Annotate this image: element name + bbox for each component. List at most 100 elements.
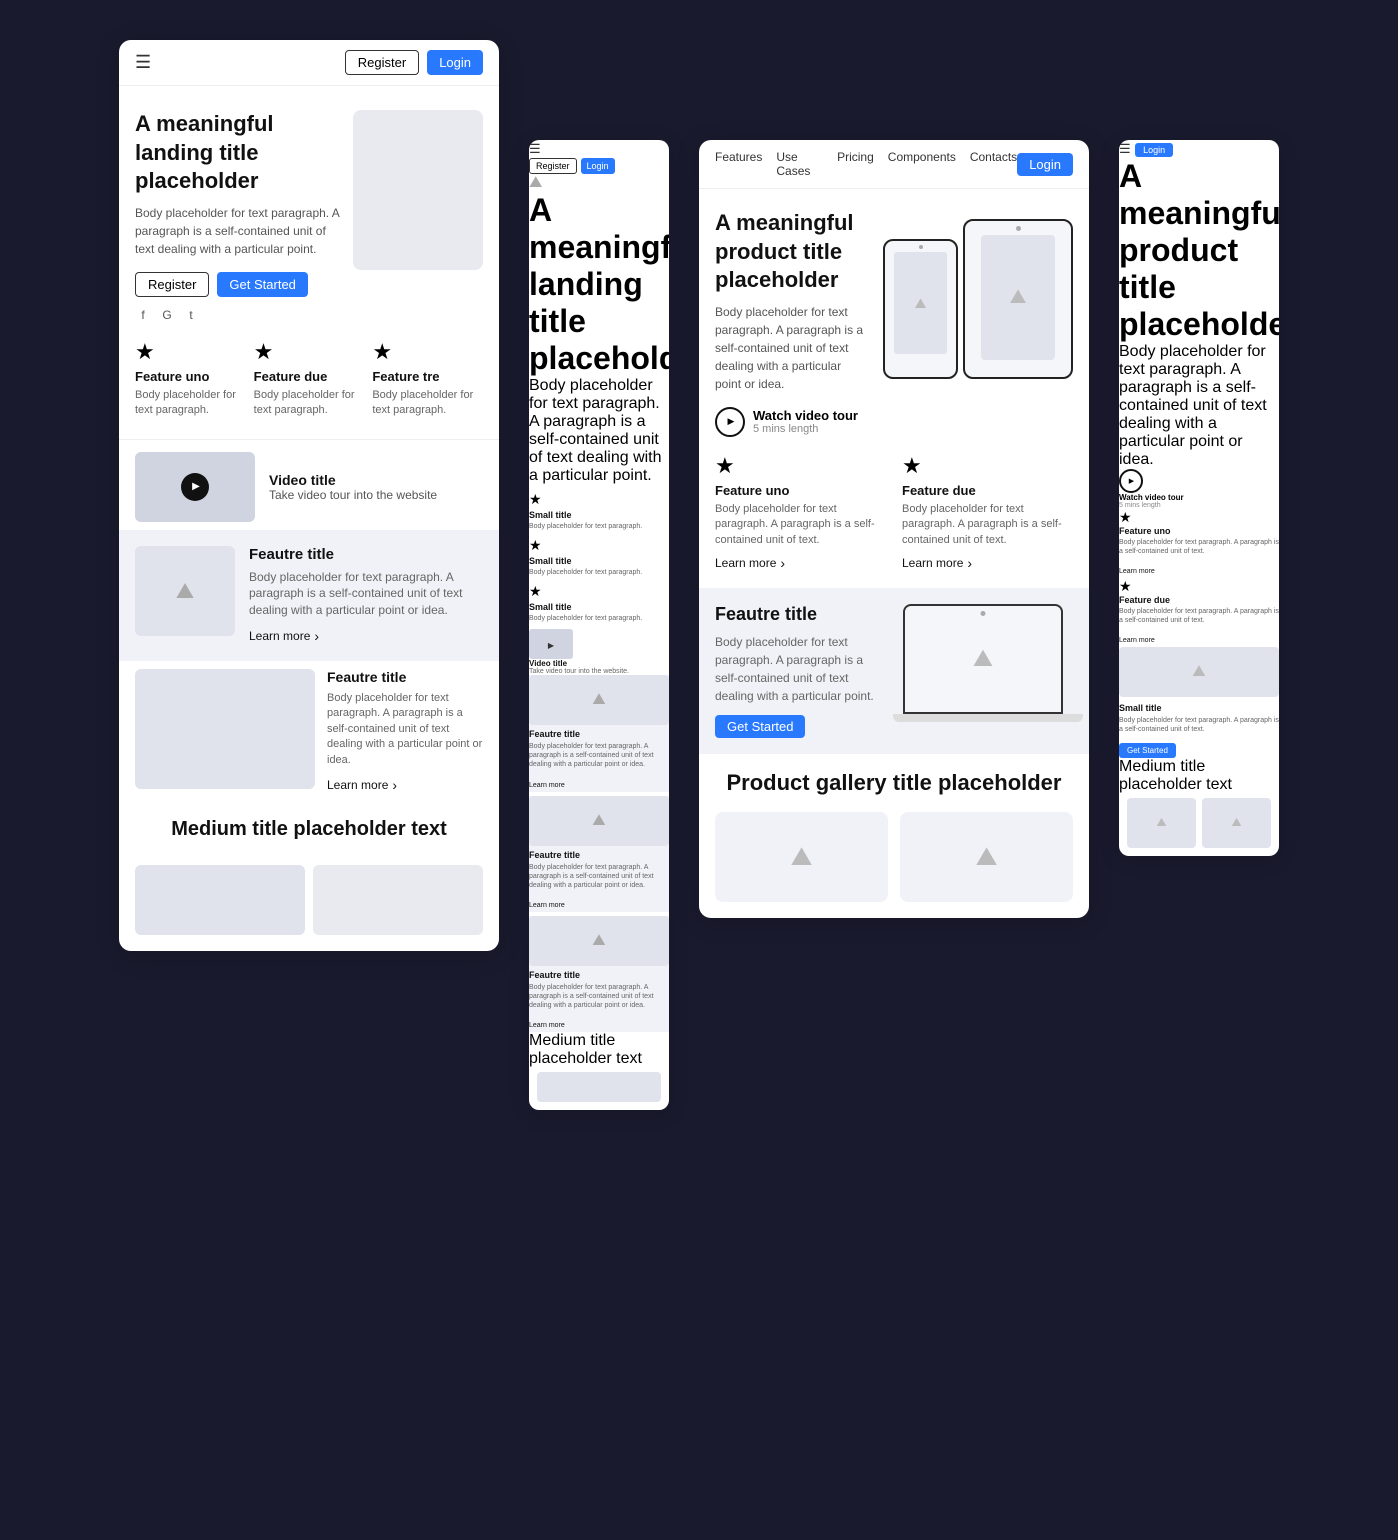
phone-camera <box>919 245 923 249</box>
login-button-4[interactable]: Login <box>1135 143 1173 157</box>
feat-img-2b <box>529 796 669 846</box>
nav-contacts[interactable]: Contacts <box>970 150 1017 178</box>
register-button-2[interactable]: Register <box>529 158 577 174</box>
gallery-icon-2: ⛰ <box>976 841 998 873</box>
feat-title-2b: Feautre title <box>529 850 669 860</box>
star-icon-s3: ★ <box>529 583 669 600</box>
feat4-item-2: ★ Feature due Body placeholder for text … <box>1119 578 1279 647</box>
nav-usecases[interactable]: Use Cases <box>776 150 823 178</box>
feature3-title-1: Feature uno <box>715 483 886 498</box>
login-button[interactable]: Login <box>427 50 483 75</box>
hamburger-icon[interactable]: ☰ <box>135 52 151 73</box>
person-icon-2b <box>592 812 605 830</box>
get-started-4[interactable]: Get Started <box>1119 743 1176 758</box>
star4-2: ★ <box>1119 578 1279 595</box>
play-circle-3[interactable] <box>715 407 745 437</box>
star4-1: ★ <box>1119 509 1279 526</box>
thumbnail-1 <box>135 865 305 935</box>
device-mockup-stack: ⛰ ⛰ <box>883 209 1073 399</box>
two-col-image <box>135 669 315 789</box>
device-4: ☰ Login A meaningful product title place… <box>1119 140 1279 856</box>
learn-more-4a[interactable]: Learn more <box>1119 568 1155 575</box>
feature3-title-2: Feature due <box>902 483 1073 498</box>
nav-features[interactable]: Features <box>715 150 762 178</box>
laptop-mockup: ⛰ <box>893 604 1073 738</box>
learn-more-4b[interactable]: Learn more <box>1119 637 1155 644</box>
medium-title-2: Medium title placeholder text <box>529 1032 669 1068</box>
video-row: Video title Take video tour into the web… <box>119 444 499 530</box>
feature-card-title-2: Feautre title <box>327 669 483 685</box>
laptop-icon: ⛰ <box>973 645 993 673</box>
login-button-2[interactable]: Login <box>581 158 615 174</box>
small-section-4: ⛰ Small title Body placeholder for text … <box>1119 647 1279 757</box>
video-row-2: Video title Take video tour into the web… <box>529 629 669 675</box>
star-icon-s1: ★ <box>529 491 669 508</box>
learn-more-3b[interactable]: Learn more <box>902 555 972 571</box>
small-body-1: Body placeholder for text paragraph. <box>529 522 669 531</box>
gallery-thumb-4b: ⛰ <box>1202 798 1271 848</box>
small-section-icon: ⛰ <box>1192 663 1205 681</box>
gallery-thumb-icon-4a: ⛰ <box>1156 815 1166 830</box>
gallery-thumbs-4: ⛰ ⛰ <box>1119 794 1279 856</box>
watch-info: Watch video tour 5 mins length <box>753 408 858 435</box>
feature3-body-1: Body placeholder for text paragraph. A p… <box>715 502 886 548</box>
feat4-item-1: ★ Feature uno Body placeholder for text … <box>1119 509 1279 578</box>
twitter-icon[interactable]: t <box>183 307 199 323</box>
video-info-2: Video title Take video tour into the web… <box>529 659 669 675</box>
gallery-card-1: ⛰ <box>715 812 888 902</box>
video-thumb-2[interactable] <box>529 629 573 659</box>
register-button[interactable]: Register <box>345 50 419 75</box>
learn-more-1[interactable]: Learn more <box>249 628 319 644</box>
hero-buttons: Register Get Started <box>135 272 341 297</box>
video-info: Video title Take video tour into the web… <box>269 472 437 502</box>
phone-person-icon: ⛰ <box>915 295 927 312</box>
small-title-2: Small title <box>529 556 669 566</box>
nav-buttons: Register Login <box>345 50 483 75</box>
learn-more-2b[interactable]: Learn more <box>529 902 565 909</box>
learn-more-2[interactable]: Learn more <box>327 777 397 793</box>
feat-banner-body: Body placeholder for text paragraph. A p… <box>715 633 879 705</box>
device2-nav: ☰ Register Login <box>529 140 669 174</box>
learn-more-2a[interactable]: Learn more <box>529 782 565 789</box>
thumbnail-row <box>119 865 499 951</box>
learn-more-2c[interactable]: Learn more <box>529 1022 565 1029</box>
video-thumbnail[interactable] <box>135 452 255 522</box>
phone-screen: ⛰ <box>894 252 947 354</box>
nav-components[interactable]: Components <box>888 150 956 178</box>
feat-img-2c <box>529 916 669 966</box>
hero-get-started-button[interactable]: Get Started <box>217 272 307 297</box>
hero-title: A meaningful landing title placeholder <box>135 110 341 196</box>
phone-mock: ⛰ <box>883 239 958 379</box>
person-icon-hero2 <box>529 174 542 191</box>
gallery-thumb-4a: ⛰ <box>1127 798 1196 848</box>
feat4-title-1: Feature uno <box>1119 526 1279 536</box>
google-icon[interactable]: G <box>159 307 175 323</box>
nav-pricing[interactable]: Pricing <box>837 150 874 178</box>
learn-more-3a[interactable]: Learn more <box>715 555 785 571</box>
feature-body-3: Body placeholder for text paragraph. <box>372 388 483 419</box>
play-icon-2[interactable] <box>548 635 554 653</box>
gallery-title: Product gallery title placeholder <box>715 770 1073 796</box>
feat-body-2c: Body placeholder for text paragraph. A p… <box>529 983 669 1010</box>
play-button[interactable] <box>181 473 209 501</box>
feat-title-2c: Feautre title <box>529 970 669 980</box>
small-section-img: ⛰ <box>1119 647 1279 697</box>
hero4-body: Body placeholder for text paragraph. A p… <box>1119 343 1279 469</box>
feature-title-2: Feature due <box>254 369 365 384</box>
hero3-title: A meaningful product title placeholder <box>715 209 867 295</box>
facebook-icon[interactable]: f <box>135 307 151 323</box>
play-circle-4[interactable] <box>1119 469 1143 493</box>
hamburger-icon-2[interactable]: ☰ <box>529 141 541 156</box>
feature-card-2c: Feautre title Body placeholder for text … <box>529 916 669 1032</box>
small-body-2: Body placeholder for text paragraph. <box>529 568 669 577</box>
get-started-3[interactable]: Get Started <box>715 715 805 738</box>
hero3-body: Body placeholder for text paragraph. A p… <box>715 303 867 393</box>
feat-banner-text: Feautre title Body placeholder for text … <box>715 604 879 738</box>
device3-nav: Features Use Cases Pricing Components Co… <box>699 140 1089 189</box>
hamburger-icon-4[interactable]: ☰ <box>1119 141 1131 156</box>
watch-label: Watch video tour <box>753 408 858 423</box>
feat4-body-1: Body placeholder for text paragraph. A p… <box>1119 538 1279 556</box>
login-button-3[interactable]: Login <box>1017 153 1073 176</box>
feature-item-3: ★ Feature tre Body placeholder for text … <box>372 339 483 419</box>
hero-register-button[interactable]: Register <box>135 272 209 297</box>
